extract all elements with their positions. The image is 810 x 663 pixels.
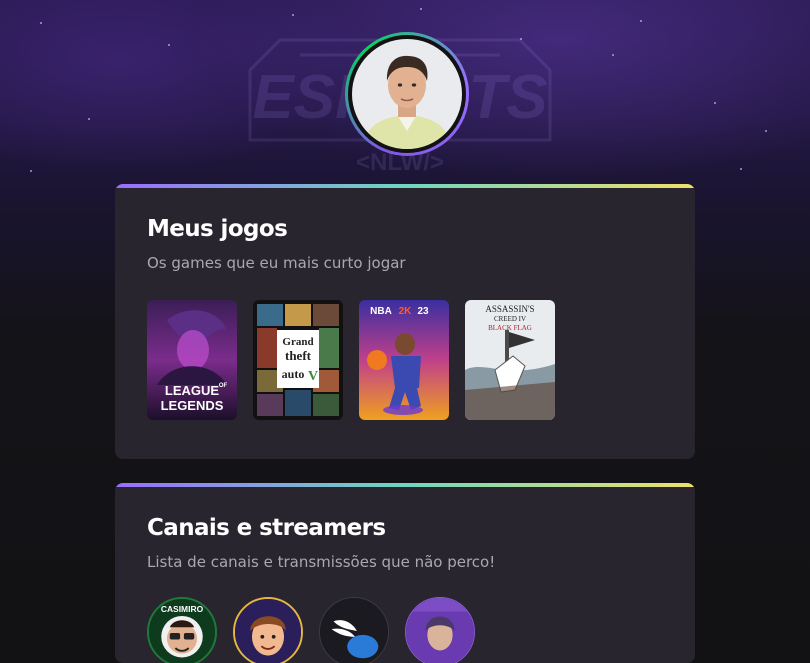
cartoon-streamer-avatar-icon <box>235 599 301 663</box>
assassins-creed-cover-icon: ASSASSIN'S CREED IV BLACK FLAG <box>465 300 555 420</box>
profile-avatar <box>345 32 469 156</box>
profile-avatar-icon <box>352 39 462 149</box>
svg-text:ASSASSIN'S: ASSASSIN'S <box>485 304 534 314</box>
svg-text:LEGENDS: LEGENDS <box>161 398 224 413</box>
league-of-legends-cover-icon: LEAGUE OF LEGENDS <box>147 300 237 420</box>
game-league-of-legends[interactable]: LEAGUE OF LEGENDS <box>147 300 237 420</box>
streamer-winged-logo[interactable] <box>319 597 389 663</box>
svg-text:2K: 2K <box>399 306 413 317</box>
nba-2k23-cover-icon: NBA 2K 23 <box>359 300 449 420</box>
svg-text:BLACK FLAG: BLACK FLAG <box>488 324 532 332</box>
streamers-subtitle: Lista de canais e transmissões que não p… <box>147 553 496 571</box>
games-subtitle: Os games que eu mais curto jogar <box>147 254 406 272</box>
game-nba-2k23[interactable]: NBA 2K 23 <box>359 300 449 420</box>
svg-text:V: V <box>308 369 318 384</box>
streamers-title: Canais e streamers <box>147 515 386 541</box>
streamers-list: CASIMIRO <box>147 597 475 663</box>
winged-logo-avatar-icon <box>320 598 388 663</box>
svg-text:CASIMIRO: CASIMIRO <box>161 604 204 614</box>
svg-text:CREED IV: CREED IV <box>494 315 526 323</box>
streamer-cartoon[interactable] <box>233 597 303 663</box>
svg-text:Grand: Grand <box>282 336 313 348</box>
svg-text:theft: theft <box>285 348 312 363</box>
svg-text:LEAGUE: LEAGUE <box>165 383 220 398</box>
svg-text:23: 23 <box>417 306 429 317</box>
games-card: Meus jogos Os games que eu mais curto jo… <box>115 184 695 459</box>
game-gta-v[interactable]: Grand theft auto V <box>253 300 343 420</box>
games-list: LEAGUE OF LEGENDS Grand theft auto V NBA… <box>147 300 555 420</box>
streamer-photo[interactable] <box>405 597 475 663</box>
svg-text:auto: auto <box>282 367 305 381</box>
game-assassins-creed-iv[interactable]: ASSASSIN'S CREED IV BLACK FLAG <box>465 300 555 420</box>
svg-text:NBA: NBA <box>370 306 392 317</box>
casimiro-avatar-icon: CASIMIRO <box>149 599 215 663</box>
streamer-casimiro[interactable]: CASIMIRO <box>147 597 217 663</box>
svg-text:OF: OF <box>219 383 228 389</box>
gta-v-cover-icon: Grand theft auto V <box>253 300 343 420</box>
streamers-card: Canais e streamers Lista de canais e tra… <box>115 483 695 663</box>
streamer-photo-avatar-icon <box>406 598 474 663</box>
games-title: Meus jogos <box>147 216 288 242</box>
